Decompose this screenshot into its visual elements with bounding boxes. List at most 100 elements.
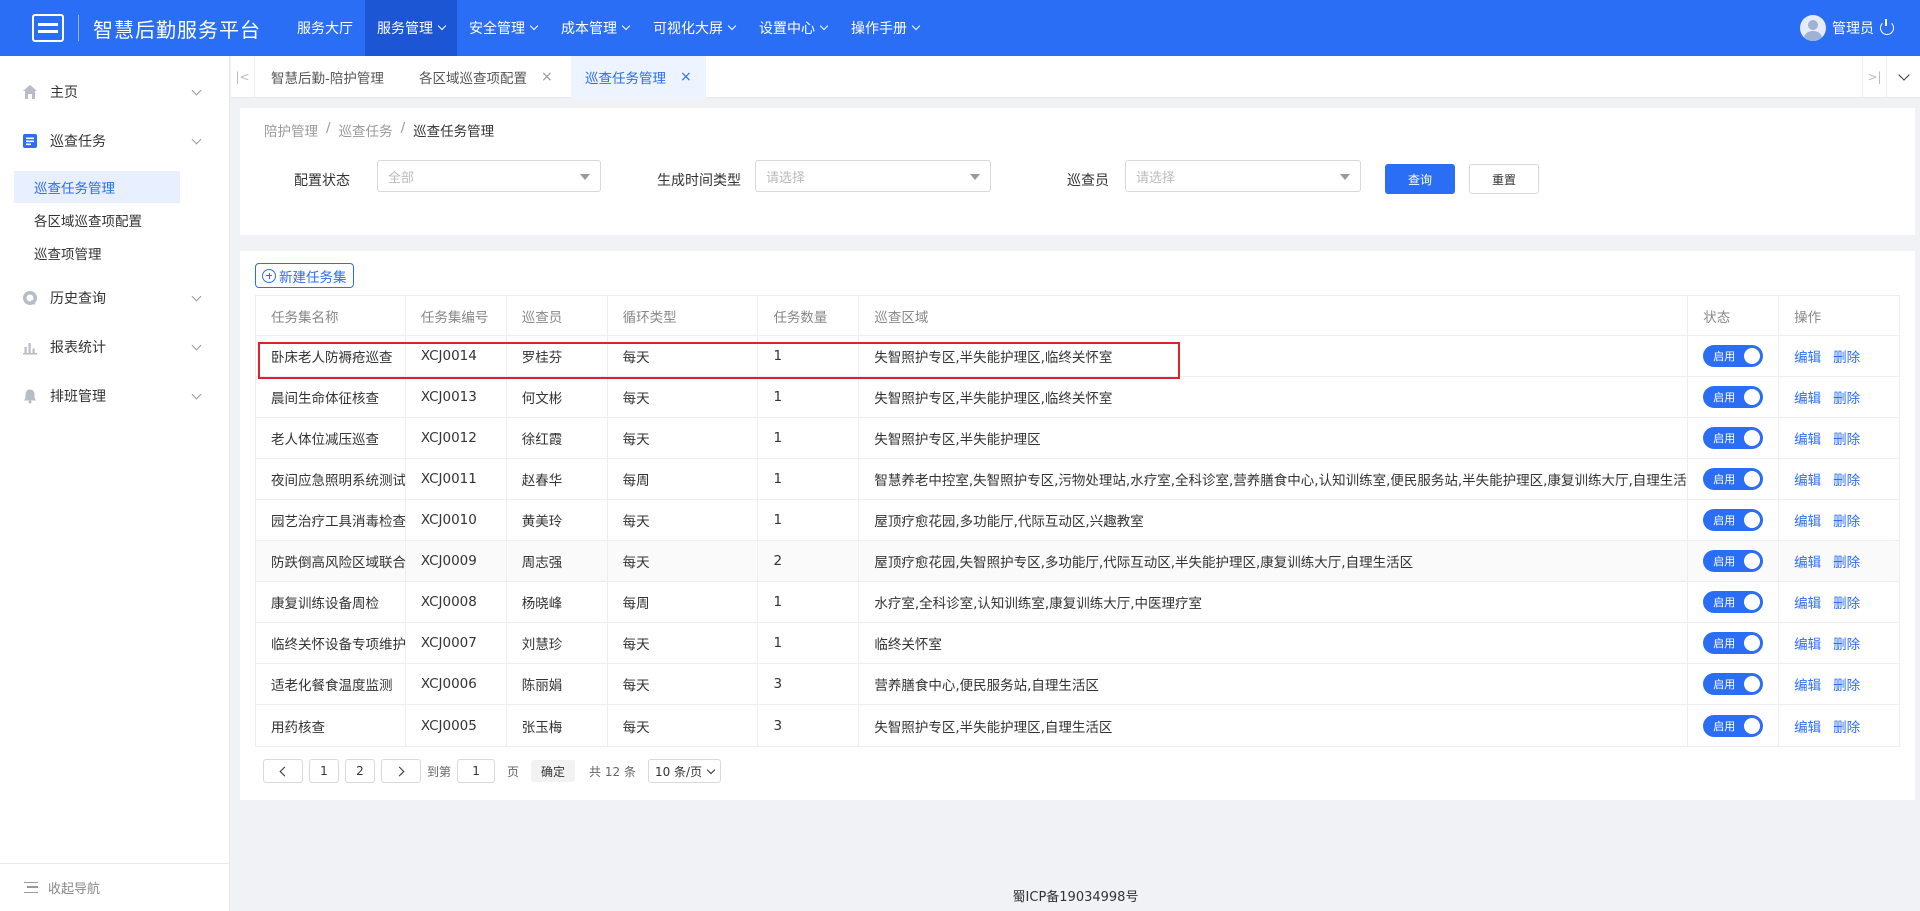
- cell-inspector: 黄美玲: [507, 499, 608, 541]
- status-toggle[interactable]: 启用: [1703, 509, 1764, 531]
- nav-item[interactable]: 服务大厅: [285, 0, 365, 56]
- nav-item[interactable]: 可视化大屏: [641, 0, 747, 56]
- chevron-down-icon: [706, 765, 716, 774]
- time-type-filter-label: 生成时间类型: [657, 173, 741, 189]
- delete-link[interactable]: 删除: [1833, 716, 1860, 736]
- status-toggle[interactable]: 启用: [1703, 632, 1764, 654]
- nav-item[interactable]: 设置中心: [747, 0, 839, 56]
- power-icon[interactable]: [1880, 19, 1894, 35]
- cell-count: 3: [758, 705, 860, 746]
- delete-link[interactable]: 删除: [1833, 387, 1860, 407]
- status-toggle[interactable]: 启用: [1703, 591, 1764, 613]
- cell-name: 用药核查: [256, 705, 406, 746]
- inspector-placeholder: 请选择: [1136, 170, 1176, 186]
- edit-link[interactable]: 编辑: [1794, 716, 1821, 736]
- breadcrumb-item[interactable]: 陪护管理: [264, 120, 318, 140]
- goto-confirm-button[interactable]: 确定: [531, 760, 576, 782]
- delete-link[interactable]: 删除: [1833, 469, 1860, 489]
- tab-task-management[interactable]: 巡查任务管理 ×: [571, 56, 706, 98]
- status-select[interactable]: 全部: [377, 160, 601, 192]
- status-toggle[interactable]: 启用: [1703, 386, 1764, 408]
- history-icon: [23, 291, 37, 305]
- page-size-select[interactable]: 10 条/页: [647, 759, 722, 783]
- user-menu[interactable]: 管理员: [1800, 15, 1894, 41]
- collapse-nav-button[interactable]: 收起导航: [0, 863, 230, 911]
- toggle-knob: [1744, 553, 1761, 569]
- column-header: 状态: [1688, 295, 1780, 336]
- tabs-scroll-right-icon[interactable]: >|: [1862, 56, 1886, 98]
- breadcrumb-current: 巡查任务管理: [413, 124, 495, 140]
- new-task-set-button[interactable]: 新建任务集: [255, 263, 354, 288]
- edit-link[interactable]: 编辑: [1794, 633, 1821, 653]
- edit-link[interactable]: 编辑: [1794, 346, 1821, 366]
- prev-page-button[interactable]: [263, 759, 303, 783]
- close-icon[interactable]: ×: [680, 69, 692, 85]
- time-type-select[interactable]: 请选择: [755, 160, 991, 192]
- sidebar-subitem-item-management[interactable]: 巡查项管理: [14, 237, 180, 269]
- delete-link[interactable]: 删除: [1833, 674, 1860, 694]
- inspector-select[interactable]: 请选择: [1125, 160, 1361, 192]
- status-toggle[interactable]: 启用: [1703, 550, 1764, 572]
- breadcrumb-item[interactable]: 巡查任务: [339, 120, 393, 140]
- edit-link[interactable]: 编辑: [1794, 551, 1821, 571]
- goto-page-input[interactable]: 1: [457, 759, 496, 783]
- sidebar-item-home[interactable]: 主页: [0, 72, 230, 112]
- nav-item[interactable]: 操作手册: [839, 0, 931, 56]
- delete-link[interactable]: 删除: [1833, 592, 1860, 612]
- close-icon[interactable]: ×: [541, 69, 553, 85]
- status-toggle[interactable]: 启用: [1703, 427, 1764, 449]
- query-button[interactable]: 查询: [1385, 164, 1455, 194]
- delete-link[interactable]: 删除: [1833, 428, 1860, 448]
- avatar[interactable]: [1800, 15, 1826, 41]
- tab-escort-management[interactable]: 智慧后勤-陪护管理: [271, 56, 384, 98]
- edit-link[interactable]: 编辑: [1794, 469, 1821, 489]
- user-name[interactable]: 管理员: [1832, 18, 1874, 38]
- total-count: 共 12 条: [589, 764, 636, 779]
- nav-item-label: 成本管理: [561, 21, 617, 37]
- tab-area-config[interactable]: 各区域巡查项配置 ×: [419, 56, 553, 98]
- footer-icp: 蜀ICP备19034998号: [1012, 890, 1139, 905]
- status-toggle[interactable]: 启用: [1703, 345, 1764, 367]
- status-toggle[interactable]: 启用: [1703, 468, 1764, 490]
- next-page-button[interactable]: [381, 759, 421, 783]
- table-row: 晨间生命体征核查 XCJ0013 何文彬 每天 1 失智照护专区,半失能护理区,临终关怀室…: [256, 376, 1899, 418]
- delete-link[interactable]: 删除: [1833, 346, 1860, 366]
- cell-name: 晨间生命体征核查: [256, 376, 406, 418]
- sidebar-subitem-task-management[interactable]: 巡查任务管理: [14, 171, 180, 203]
- page-button-1[interactable]: 1: [309, 759, 339, 783]
- edit-link[interactable]: 编辑: [1794, 510, 1821, 530]
- sidebar-subitem-area-config[interactable]: 各区域巡查项配置: [14, 204, 180, 236]
- sidebar-item-history[interactable]: 历史查询: [0, 278, 230, 318]
- reset-button[interactable]: 重置: [1469, 164, 1539, 194]
- edit-link[interactable]: 编辑: [1794, 674, 1821, 694]
- tabs-more-button[interactable]: [1886, 56, 1920, 98]
- sidebar-item-schedule[interactable]: 排班管理: [0, 376, 230, 416]
- cell-cycle: 每天: [608, 622, 759, 664]
- cell-cycle: 每天: [608, 540, 759, 582]
- cell-cycle: 每天: [608, 417, 759, 459]
- page-button-2[interactable]: 2: [345, 759, 375, 783]
- cell-status: 启用: [1688, 581, 1780, 623]
- edit-link[interactable]: 编辑: [1794, 387, 1821, 407]
- tabs-bar: |< 智慧后勤-陪护管理 各区域巡查项配置 × 巡查任务管理 × >|: [231, 56, 1920, 98]
- sidebar: 主页 巡查任务 巡查任务管理 各区域巡查项配置 巡查项管理 历史查询 报表统计 …: [0, 56, 230, 911]
- sidebar-item-label: 主页: [50, 85, 78, 101]
- cell-actions: 编辑 删除: [1779, 705, 1899, 746]
- nav-item[interactable]: 成本管理: [549, 0, 641, 56]
- chevron-down-icon: [529, 21, 539, 31]
- collapse-nav-label: 收起导航: [48, 882, 101, 897]
- status-toggle[interactable]: 启用: [1703, 673, 1764, 695]
- nav-item[interactable]: 安全管理: [457, 0, 549, 56]
- sidebar-item-reports[interactable]: 报表统计: [0, 327, 230, 367]
- sidebar-item-inspection[interactable]: 巡查任务: [0, 121, 230, 161]
- delete-link[interactable]: 删除: [1833, 633, 1860, 653]
- edit-link[interactable]: 编辑: [1794, 428, 1821, 448]
- status-toggle[interactable]: 启用: [1703, 714, 1764, 737]
- edit-link[interactable]: 编辑: [1794, 592, 1821, 612]
- cell-status: 启用: [1688, 417, 1780, 459]
- delete-link[interactable]: 删除: [1833, 510, 1860, 530]
- cell-area: 水疗室,全科诊室,认知训练室,康复训练大厅,中医理疗室: [859, 581, 1689, 623]
- tabs-scroll-left-icon[interactable]: |<: [231, 56, 255, 98]
- delete-link[interactable]: 删除: [1833, 551, 1860, 571]
- nav-item[interactable]: 服务管理: [365, 0, 457, 56]
